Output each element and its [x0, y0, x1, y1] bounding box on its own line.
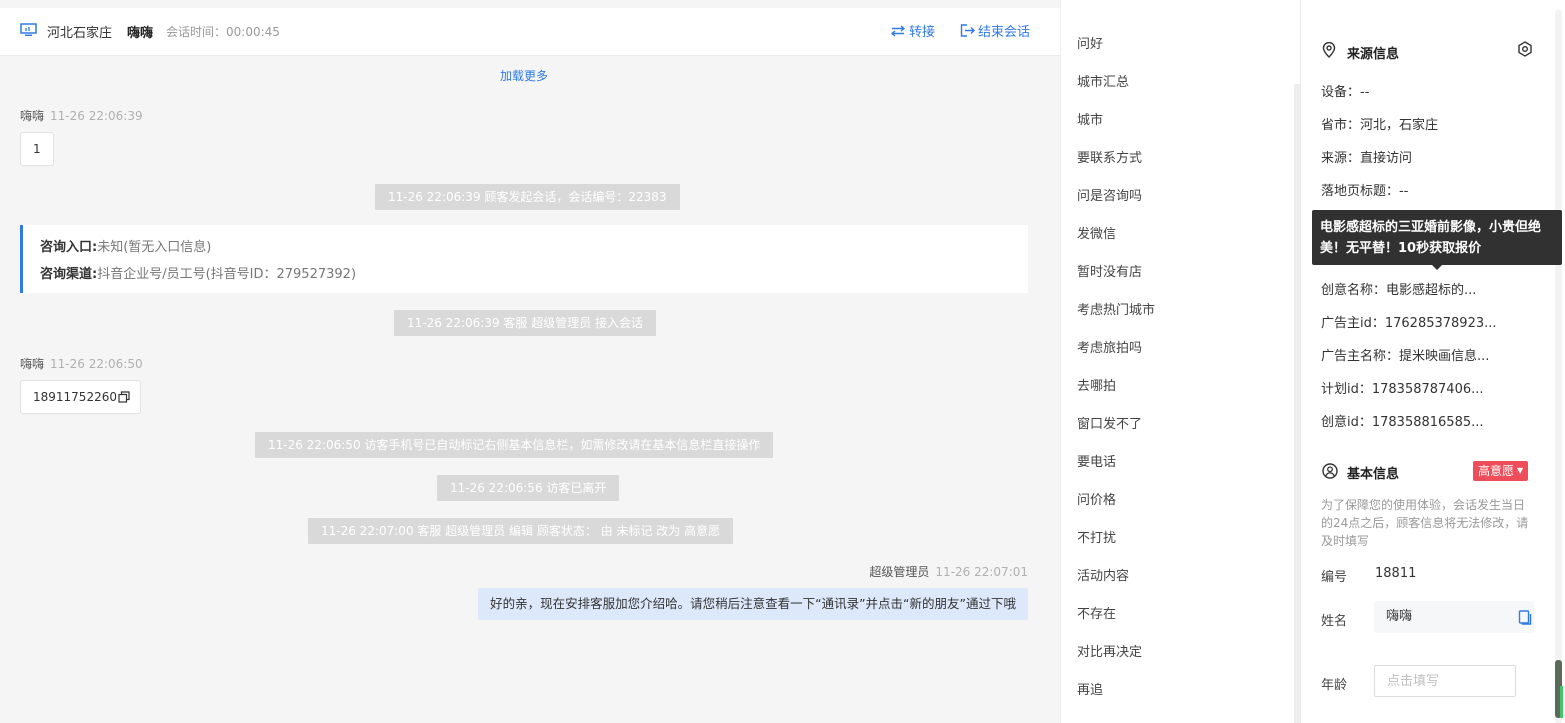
consult-info-card: 咨询入口:未知(暂无入口信息) 咨询渠道:抖音企业号/员工号(抖音号ID：279…: [20, 225, 1028, 293]
quick-reply-item[interactable]: 再追: [1077, 679, 1103, 698]
system-message: 11-26 22:06:50 访客手机号已自动标记右侧基本信息栏，如需修改请在基…: [255, 432, 774, 458]
message-sender: 超级管理员 11-26 22:07:01: [869, 563, 1028, 580]
quick-reply-item[interactable]: 问好: [1077, 33, 1103, 52]
sender-name: 超级管理员: [869, 565, 930, 579]
id-value: 18811: [1375, 566, 1417, 581]
quick-reply-item[interactable]: 不存在: [1077, 603, 1116, 622]
source-province: 省市：河北，石家庄: [1321, 118, 1439, 133]
quick-reply-item[interactable]: 要电话: [1077, 451, 1116, 470]
tooltip-arrow: [1432, 265, 1442, 270]
quick-reply-item[interactable]: 活动内容: [1077, 565, 1129, 584]
id-label: 编号: [1321, 570, 1348, 585]
phone-number-text: 18911752260: [33, 390, 117, 404]
copy-icon[interactable]: [118, 391, 130, 403]
quick-reply-item[interactable]: 不打扰: [1077, 527, 1116, 546]
info-panel-scrollbar[interactable]: [1555, 10, 1562, 723]
source-advertiser-id: 广告主id：176285378923...: [1321, 316, 1497, 331]
quick-reply-item[interactable]: 问是咨询吗: [1077, 185, 1142, 204]
source-device: 设备：--: [1321, 85, 1370, 100]
source-advertiser-name: 广告主名称：提米映画信息...: [1321, 349, 1490, 364]
transfer-icon: [890, 24, 906, 37]
copy-icon[interactable]: [1518, 610, 1532, 625]
user-circle-icon: [1322, 463, 1338, 479]
source-creative-id: 创意id：178358816585...: [1321, 415, 1484, 430]
consult-entry-row: 咨询入口:未知(暂无入口信息): [40, 236, 211, 255]
end-session-button[interactable]: 结束会话: [960, 21, 1030, 40]
chat-panel: 河北石家庄 嗨嗨 会话时间：00:00:45 转接 结束会话 加载更多 嗨嗨 11…: [0, 0, 1060, 723]
source-origin: 来源：直接访问: [1321, 151, 1413, 166]
location-pin-icon: [1322, 42, 1336, 58]
basic-info-title: 基本信息: [1347, 467, 1400, 482]
source-info-title: 来源信息: [1347, 47, 1400, 62]
chat-header: 河北石家庄 嗨嗨 会话时间：00:00:45 转接 结束会话: [0, 8, 1060, 56]
age-input[interactable]: [1374, 665, 1516, 697]
message-sender: 嗨嗨 11-26 22:06:50: [20, 355, 143, 372]
sender-name: 嗨嗨: [20, 357, 45, 371]
consult-entry-label: 咨询入口:: [40, 240, 98, 255]
caret-down-icon: ▼: [1517, 466, 1524, 475]
system-message: 11-26 22:06:39 客服 超级管理员 接入会话: [394, 310, 657, 336]
customer-info-panel: 来源信息 设备：-- 省市：河北，石家庄 来源：直接访问 落地页标题：-- 创意…: [1300, 0, 1565, 723]
system-message: 11-26 22:06:56 访客已离开: [437, 475, 620, 501]
name-label: 姓名: [1321, 614, 1348, 629]
source-landing-title: 落地页标题：--: [1321, 184, 1409, 199]
consult-channel-value: 抖音企业号/员工号(抖音号ID：279527392): [97, 267, 357, 282]
system-message: 11-26 22:06:39 顾客发起会话，会话编号：22383: [375, 184, 680, 210]
source-creative-name[interactable]: 创意名称：电影感超标的...: [1321, 279, 1476, 298]
session-time: 会话时间：00:00:45: [166, 25, 280, 39]
visitor-location: 河北石家庄: [47, 26, 113, 41]
visitor-message-bubble: 18911752260: [20, 380, 141, 414]
sender-name: 嗨嗨: [20, 109, 45, 123]
consult-channel-label: 咨询渠道:: [40, 267, 98, 282]
visitor-message-bubble: 1: [20, 132, 54, 166]
end-session-label: 结束会话: [978, 25, 1031, 40]
quick-reply-list: 问好 城市汇总 城市 要联系方式 问是咨询吗 发微信 暂时没有店 考虑热门城市 …: [1060, 0, 1300, 723]
intent-status-label: 高意愿: [1478, 464, 1515, 478]
quick-reply-item[interactable]: 暂时没有店: [1077, 261, 1142, 280]
quick-reply-item[interactable]: 对比再决定: [1077, 641, 1142, 660]
info-panel-scroll-indicator: [1560, 686, 1563, 718]
transfer-button[interactable]: 转接: [890, 21, 935, 40]
quick-reply-item[interactable]: 窗口发不了: [1077, 413, 1142, 432]
exit-icon: [960, 24, 975, 37]
creative-name-tooltip: 电影感超标的三亚婚前影像，小贵但绝美！无平替！10秒获取报价: [1312, 210, 1562, 265]
system-message: 11-26 22:07:00 客服 超级管理员 编辑 顾客状态： 由 未标记 改…: [308, 518, 734, 544]
age-label: 年龄: [1321, 678, 1348, 693]
intent-status-dropdown[interactable]: 高意愿 ▼: [1473, 461, 1529, 481]
name-field[interactable]: 嗨嗨: [1374, 601, 1534, 633]
monitor-icon: [20, 23, 37, 36]
load-more-link[interactable]: 加载更多: [0, 67, 1048, 84]
quick-reply-item[interactable]: 去哪拍: [1077, 375, 1116, 394]
visitor-name: 嗨嗨: [127, 26, 154, 41]
quick-reply-item[interactable]: 问价格: [1077, 489, 1116, 508]
quick-reply-item[interactable]: 要联系方式: [1077, 147, 1142, 166]
consult-entry-value: 未知(暂无入口信息): [97, 240, 212, 255]
transfer-label: 转接: [909, 25, 936, 40]
quick-reply-item[interactable]: 考虑旅拍吗: [1077, 337, 1142, 356]
consult-channel-row: 咨询渠道:抖音企业号/员工号(抖音号ID：279527392): [40, 263, 356, 282]
edit-deadline-note: 为了保障您的使用体验，会话发生当日的24点之后，顾客信息将无法修改，请及时填写: [1321, 498, 1529, 548]
settings-icon[interactable]: [1517, 41, 1533, 57]
message-time: 11-26 22:06:50: [50, 357, 143, 371]
quick-reply-item[interactable]: 考虑热门城市: [1077, 299, 1155, 318]
agent-message-bubble: 好的亲，现在安排客服加您介绍哈。请您稍后注意查看一下“通讯录”并点击“新的朋友”…: [478, 588, 1028, 620]
message-time: 11-26 22:06:39: [50, 109, 143, 123]
quick-reply-item[interactable]: 城市: [1077, 109, 1103, 128]
message-time: 11-26 22:07:01: [935, 565, 1028, 579]
quick-reply-item[interactable]: 发微信: [1077, 223, 1116, 242]
source-plan-id: 计划id：178358787406...: [1321, 382, 1484, 397]
message-sender: 嗨嗨 11-26 22:06:39: [20, 107, 143, 124]
quick-reply-item[interactable]: 城市汇总: [1077, 71, 1129, 90]
